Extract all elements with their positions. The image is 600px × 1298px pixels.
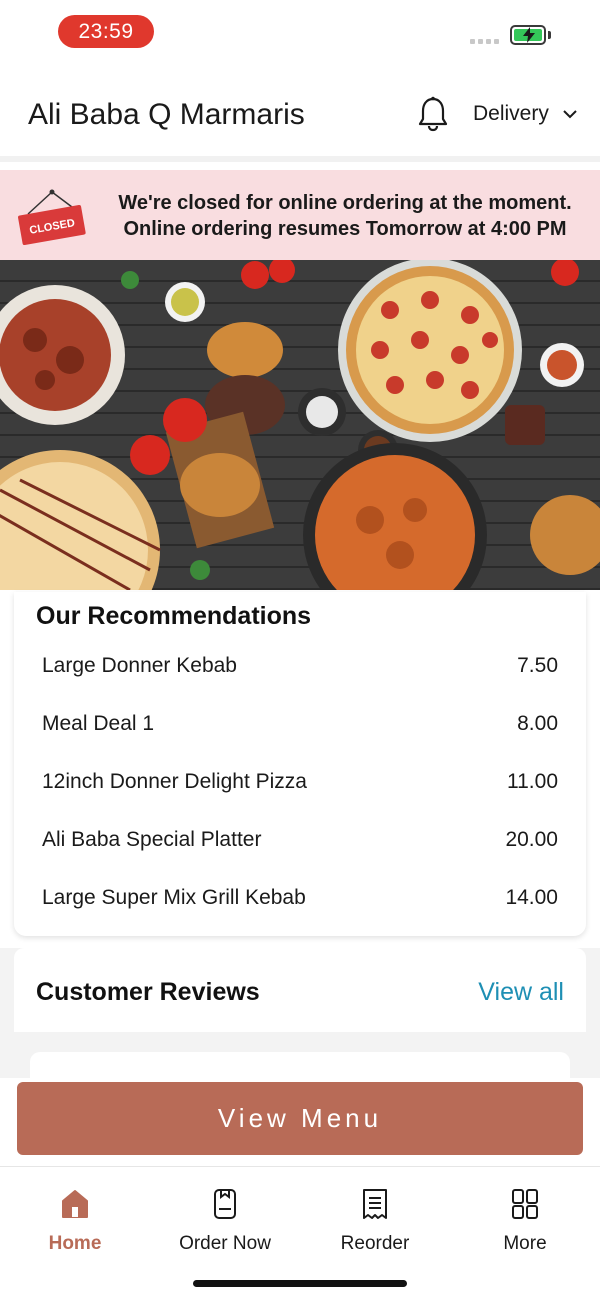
signal-icon [470,39,499,44]
closed-message-line2: Online ordering resumes Tomorrow at 4:00… [123,218,567,240]
store-name: Ali Baba Q Marmaris [28,98,305,131]
view-all-link[interactable]: View all [478,978,564,1007]
tab-home[interactable]: Home [0,1187,150,1255]
tab-label: Reorder [340,1233,410,1254]
tab-order-now[interactable]: Order Now [150,1187,300,1255]
order-icon [214,1189,236,1219]
view-menu-button[interactable]: View Menu [17,1082,583,1155]
reviews-header: Customer Reviews View all [14,948,586,1032]
tab-reorder[interactable]: Reorder [300,1187,450,1255]
recommendation-name: 12inch Donner Delight Pizza [42,770,307,793]
recommendation-price: 14.00 [505,886,558,909]
home-icon [62,1190,88,1218]
bottom-tab-bar: Home Order Now Reorder More [0,1166,600,1298]
closed-message: We're closed for online ordering at the … [100,190,590,242]
recommendation-name: Large Donner Kebab [42,654,237,677]
recommendation-name: Large Super Mix Grill Kebab [42,886,306,909]
recommendation-price: 8.00 [517,712,558,735]
recommendation-price: 11.00 [507,770,558,793]
recommendation-price: 20.00 [505,828,558,851]
delivery-selector[interactable]: Delivery [473,102,577,126]
delivery-label: Delivery [473,102,549,125]
status-bar: 23:59 [0,0,600,64]
closed-sign-icon: CLOSED [18,189,86,246]
home-indicator [193,1280,407,1287]
tab-label: Order Now [179,1233,271,1254]
tab-label: More [503,1233,547,1254]
tab-more[interactable]: More [450,1187,600,1255]
recommendations-title: Our Recommendations [36,602,312,630]
tab-label: Home [48,1233,102,1254]
recommendation-name: Meal Deal 1 [42,712,155,735]
recommendations-card: Our Recommendations Large Donner Kebab 7… [14,592,586,936]
chevron-down-icon [563,110,577,119]
closed-message-line1: We're closed for online ordering at the … [118,192,572,214]
receipt-icon [363,1189,387,1219]
grid-icon [512,1189,538,1219]
app-header: Ali Baba Q Marmaris Delivery [0,70,600,162]
status-time: 23:59 [58,15,154,48]
hero-food-image [0,260,600,590]
recommendation-item[interactable]: Ali Baba Special Platter 20.00 [42,828,558,852]
review-card[interactable] [30,1052,570,1082]
recommendation-name: Ali Baba Special Platter [42,828,262,851]
recommendation-item[interactable]: Large Donner Kebab 7.50 [42,654,558,678]
recommendation-price: 7.50 [517,654,558,677]
battery-icon [510,25,546,45]
reviews-title: Customer Reviews [36,978,260,1006]
recommendation-item[interactable]: Meal Deal 1 8.00 [42,712,558,736]
recommendation-item[interactable]: 12inch Donner Delight Pizza 11.00 [42,770,558,794]
bell-icon[interactable] [416,96,450,132]
recommendation-item[interactable]: Large Super Mix Grill Kebab 14.00 [42,886,558,910]
reviews-section: Customer Reviews View all [0,948,600,1082]
closed-banner: CLOSED We're closed for online ordering … [0,170,600,260]
